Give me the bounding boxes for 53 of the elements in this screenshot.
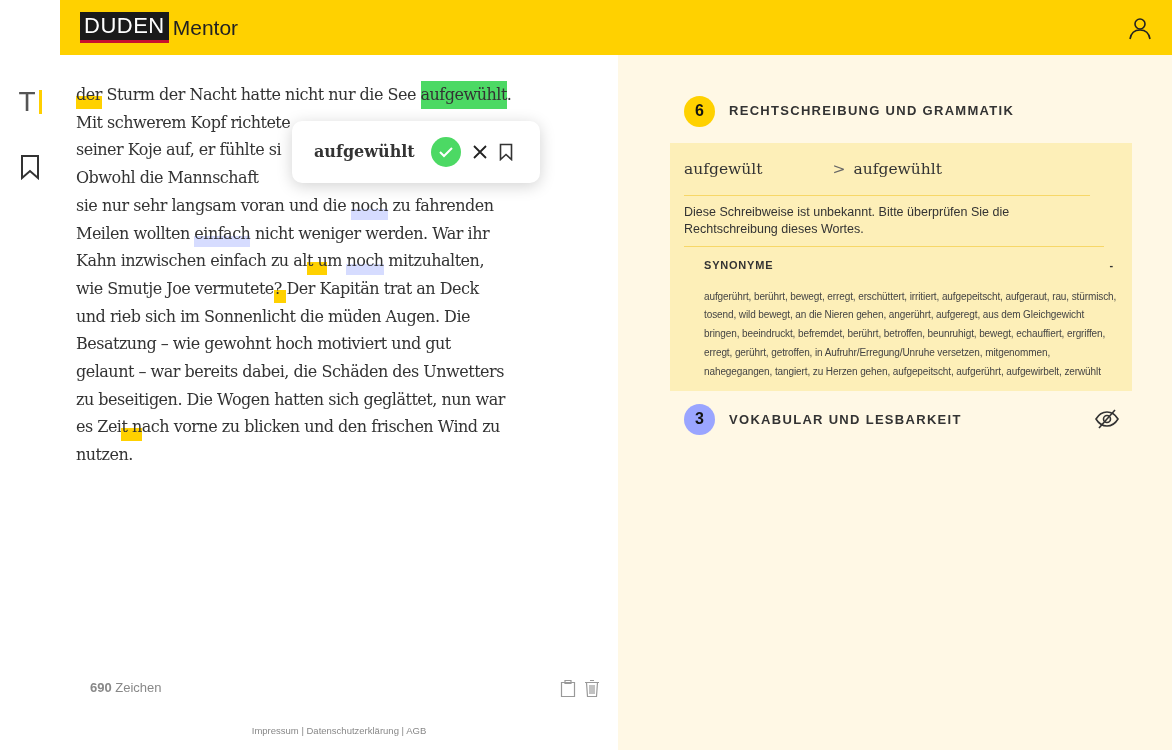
user-icon[interactable] xyxy=(1128,15,1152,40)
body-text: wie Smutje Joe vermutete xyxy=(76,277,274,300)
hidden-eye-icon[interactable] xyxy=(1094,409,1120,430)
body-text: es Zei xyxy=(76,416,122,439)
count-badge: 6 xyxy=(684,95,715,127)
body-text: gelaunt – war bereits dabei, die Schäden des Unwetters xyxy=(76,361,504,384)
bookmark-icon xyxy=(498,143,513,161)
suggested-word: aufgewühlt xyxy=(314,141,415,163)
collapse-toggle[interactable]: - xyxy=(1109,257,1114,274)
close-icon xyxy=(472,145,487,159)
footer-link[interactable]: Impressum xyxy=(251,724,299,736)
product-name: Mentor xyxy=(172,14,239,41)
section-title[interactable]: RECHTSCHREIBUNG UND GRAMMATIK xyxy=(729,101,1015,121)
arrow-glyph: > xyxy=(832,159,846,180)
body-text: . xyxy=(506,84,512,106)
footer-link[interactable]: Datenschutzerklärung xyxy=(306,724,399,736)
footer-link[interactable]: AGB xyxy=(406,724,427,736)
trash-icon[interactable] xyxy=(584,678,600,698)
body-text: sie nur sehr langsam voran und die xyxy=(76,194,348,217)
body-text: nutzen. xyxy=(76,444,133,467)
original-word: aufgewült xyxy=(684,159,763,180)
body-text: Mit schwerem Kopf richtete xyxy=(76,111,291,134)
body-text: Der Kapitän trat an Deck xyxy=(286,277,479,300)
body-text: und rieb sich im Sonnenlicht die müden Augen. Die xyxy=(76,305,470,328)
body-text: ach vorne zu blicken und den frischen Wind zu xyxy=(141,416,500,439)
body-text: nicht weniger werden. War ihr xyxy=(254,222,490,245)
body-text: Besatzung – wie gewohnt hoch motiviert und gut xyxy=(76,333,451,356)
body-text: mitzuhalten, xyxy=(387,250,484,273)
body-text: m xyxy=(327,250,343,273)
bookmark-icon[interactable] xyxy=(20,154,40,180)
bookmark-button[interactable] xyxy=(498,143,513,161)
separator: | xyxy=(300,724,305,736)
text-tool[interactable]: T xyxy=(18,88,42,116)
check-icon xyxy=(438,146,453,158)
body-text: zu fahrenden xyxy=(391,194,494,217)
synonyms-text: aufgerührt, berührt, bewegt, erregt, erschüttert, irritiert, aufgepeitscht, aufgeraut, rau, stürmisch, tosend, wild bewegt, an die Nieren gehen, angerührt, aufgeregt, aus dem Gleichgewicht bringen, beeindruckt, befremdet, berührt, betroffen, beunruhigt, bewegt, echauffiert, ergriffen, erregt, gerührt, getroffen, in Aufruhr/Erregung/Unruhe versetzen, mitgenommen, nahegegangen, tangiert, zu Herzen gehen, aufgepeitscht, aufgerührt, aufgewirbelt, zerwühlt xyxy=(703,289,1118,379)
close-button[interactable] xyxy=(472,145,487,159)
accepted-word[interactable]: aufgewühlt xyxy=(420,81,507,109)
body-text: zu beseitigen. Die Wogen hatten sich geglättet, nun war xyxy=(76,388,505,411)
count-badge: 3 xyxy=(684,403,715,435)
body-text: Kahn inzwischen einfach zu al xyxy=(76,250,307,273)
error-message: Diese Schreibweise ist unbekannt. Bitte überprüfen Sie die Rechtschreibung dieses Wortes. xyxy=(684,196,1104,248)
body-text: seiner Koje auf, er fühlte si xyxy=(76,139,281,162)
synonyms-title[interactable]: SYNONYME xyxy=(704,257,774,274)
body-text: Meilen wollten xyxy=(76,222,191,245)
logo[interactable]: DUDEN xyxy=(80,12,169,43)
separator: | xyxy=(400,724,406,736)
body-text: Sturm der Nacht hatte nicht nur die See xyxy=(105,84,417,106)
section-title[interactable]: VOKABULAR UND LESBARKEIT xyxy=(729,409,962,429)
clipboard-icon[interactable] xyxy=(560,678,576,698)
body-text: Obwohl die Mannschaft xyxy=(76,167,259,190)
character-count: 690 Zeichen xyxy=(90,679,162,698)
suggestion-word[interactable]: aufgewühlt xyxy=(853,158,942,182)
